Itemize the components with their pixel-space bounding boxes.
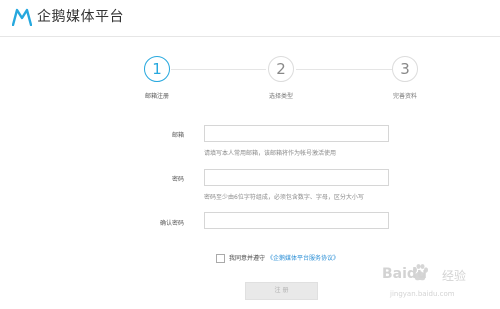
email-label: 邮箱 <box>171 132 184 139</box>
agreement-text: 我同意并遵守 <box>229 255 266 262</box>
step-3-label: 完善资料 <box>392 93 417 100</box>
watermark-url: jingyan.baidu.com <box>390 290 455 298</box>
step-1-circle: 1 <box>144 56 170 82</box>
top-bar: 企鹅媒体平台 <box>0 0 500 37</box>
step-3-circle: 3 <box>392 56 418 82</box>
email-hint: 请填写本人常用邮箱，该邮箱将作为帐号激活使用 <box>204 150 337 157</box>
step-connector-1-2 <box>171 69 266 70</box>
penguin-media-logo-icon <box>12 8 32 26</box>
watermark-brand-suffix: 经验 <box>442 269 467 283</box>
watermark-brand: Baidu <box>382 266 427 282</box>
step-2-label: 选择类型 <box>268 93 293 100</box>
confirm-password-input[interactable] <box>204 212 389 229</box>
step-1-label: 邮箱注册 <box>144 93 169 100</box>
register-button[interactable]: 注 册 <box>245 282 318 300</box>
baidu-jingyan-watermark: Baidu 经验 jingyan.baidu.com <box>382 262 500 309</box>
password-input[interactable] <box>204 169 389 186</box>
agreement-row: 我同意并遵守 《企鹅媒体平台服务协议》 <box>229 253 339 262</box>
confirm-password-label: 确认密码 <box>159 220 184 227</box>
service-agreement-link[interactable]: 《企鹅媒体平台服务协议》 <box>267 255 339 262</box>
step-connector-2-3 <box>296 69 392 70</box>
agree-checkbox[interactable] <box>216 254 225 263</box>
password-label: 密码 <box>171 176 184 183</box>
logo-text: 企鹅媒体平台 <box>37 9 124 25</box>
password-hint: 密码至少由6位字符组成，必须包含数字、字母，区分大小写 <box>204 194 364 201</box>
email-input[interactable] <box>204 125 389 142</box>
step-2-circle: 2 <box>268 56 294 82</box>
